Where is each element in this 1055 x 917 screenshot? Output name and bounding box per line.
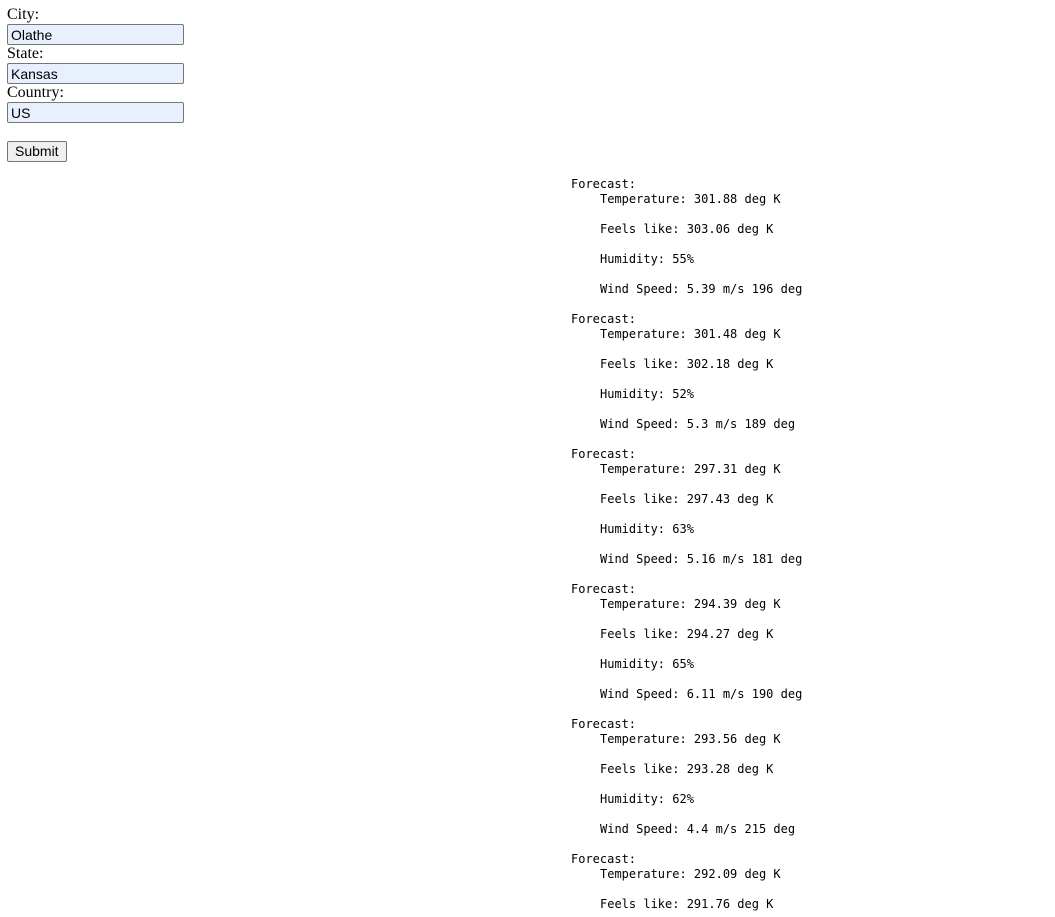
forecast-wind: Wind Speed: 4.4 m/s 215 deg	[600, 822, 796, 836]
forecast-temperature: Temperature: 297.31 deg K	[600, 462, 781, 476]
country-label: Country:	[7, 84, 64, 101]
forecast-item: Forecast: Temperature: 292.09 deg K Feel…	[571, 852, 802, 912]
country-input[interactable]	[7, 102, 184, 123]
forecast-list: Forecast: Temperature: 301.88 deg K Feel…	[571, 177, 802, 912]
forecast-temperature: Temperature: 294.39 deg K	[600, 597, 781, 611]
forecast-temperature: Temperature: 293.56 deg K	[600, 732, 781, 746]
city-input[interactable]	[7, 24, 184, 45]
forecast-feels-like: Feels like: 297.43 deg K	[600, 492, 774, 506]
forecast-item: Forecast: Temperature: 301.88 deg K Feel…	[571, 177, 802, 312]
forecast-heading: Forecast:	[571, 582, 637, 596]
forecast-temperature: Temperature: 292.09 deg K	[600, 867, 781, 881]
forecast-humidity: Humidity: 65%	[600, 657, 694, 671]
state-input[interactable]	[7, 63, 184, 84]
forecast-wind: Wind Speed: 5.16 m/s 181 deg	[600, 552, 803, 566]
forecast-item: Forecast: Temperature: 297.31 deg K Feel…	[571, 447, 802, 582]
forecast-item: Forecast: Temperature: 294.39 deg K Feel…	[571, 582, 802, 717]
forecast-feels-like: Feels like: 293.28 deg K	[600, 762, 774, 776]
forecast-humidity: Humidity: 52%	[600, 387, 694, 401]
forecast-wind: Wind Speed: 5.3 m/s 189 deg	[600, 417, 796, 431]
state-label: State:	[7, 45, 44, 62]
forecast-item: Forecast: Temperature: 293.56 deg K Feel…	[571, 717, 802, 852]
submit-button[interactable]: Submit	[7, 141, 67, 162]
forecast-temperature: Temperature: 301.48 deg K	[600, 327, 781, 341]
forecast-feels-like: Feels like: 294.27 deg K	[600, 627, 774, 641]
forecast-heading: Forecast:	[571, 717, 637, 731]
forecast-heading: Forecast:	[571, 177, 637, 191]
forecast-feels-like: Feels like: 303.06 deg K	[600, 222, 774, 236]
forecast-heading: Forecast:	[571, 447, 637, 461]
forecast-feels-like: Feels like: 291.76 deg K	[600, 897, 774, 911]
forecast-heading: Forecast:	[571, 312, 637, 326]
forecast-feels-like: Feels like: 302.18 deg K	[600, 357, 774, 371]
forecast-humidity: Humidity: 62%	[600, 792, 694, 806]
forecast-humidity: Humidity: 63%	[600, 522, 694, 536]
city-label: City:	[7, 6, 40, 23]
forecast-temperature: Temperature: 301.88 deg K	[600, 192, 781, 206]
forecast-wind: Wind Speed: 5.39 m/s 196 deg	[600, 282, 803, 296]
forecast-item: Forecast: Temperature: 301.48 deg K Feel…	[571, 312, 802, 447]
forecast-humidity: Humidity: 55%	[600, 252, 694, 266]
forecast-heading: Forecast:	[571, 852, 637, 866]
weather-form: City: State: Country:	[7, 6, 184, 123]
forecast-wind: Wind Speed: 6.11 m/s 190 deg	[600, 687, 803, 701]
